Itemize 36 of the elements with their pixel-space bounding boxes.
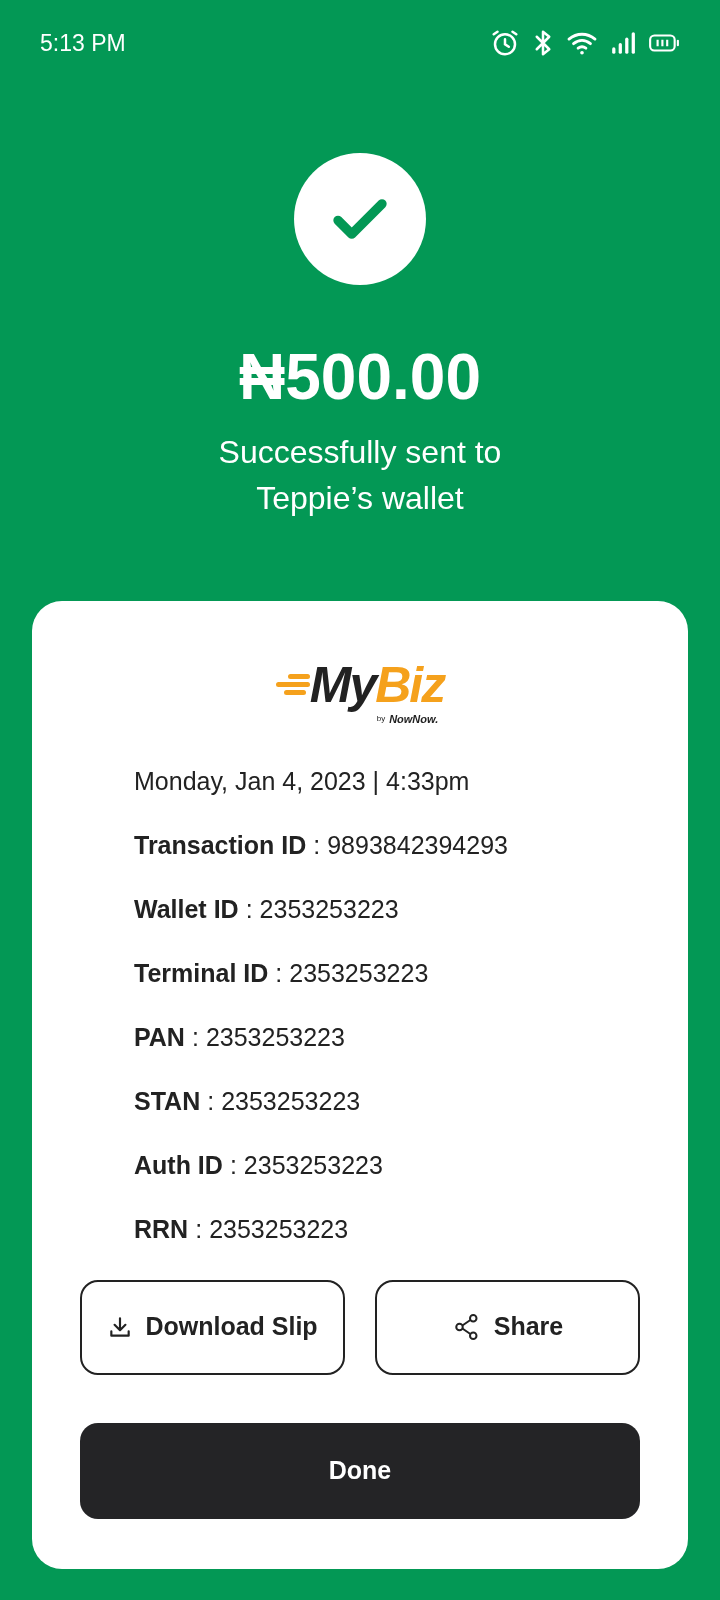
logo-byline: by [376, 713, 386, 726]
colon: : [207, 1085, 215, 1117]
battery-icon [648, 31, 680, 55]
detail-label: STAN [134, 1085, 201, 1117]
colon: : [313, 829, 321, 861]
success-message: Successfully sent to [218, 433, 502, 472]
transaction-date: Monday, Jan 4, 2023 | 4:33pm [134, 765, 471, 797]
detail-value: 9893842394293 [327, 829, 508, 861]
done-button[interactable]: Done [80, 1422, 640, 1519]
detail-value: 2353253223 [259, 893, 399, 925]
success-message: Teppie’s wallet [256, 479, 464, 518]
detail-label: PAN [134, 1021, 185, 1053]
speed-lines-icon [275, 672, 310, 698]
download-button[interactable]: Download Slip [80, 1279, 345, 1375]
detail-label: RRN [134, 1213, 189, 1245]
detail-value: 2353253223 [221, 1085, 361, 1117]
detail-value: 2353253223 [289, 957, 429, 989]
wifi-icon [566, 30, 598, 56]
detail-value: 2353253223 [205, 1021, 345, 1053]
colon: : [245, 893, 253, 925]
detail-label: Transaction ID [134, 829, 307, 861]
alarm-icon [490, 28, 520, 58]
colon: : [191, 1021, 199, 1053]
signal-icon [610, 30, 636, 56]
colon: : [275, 957, 283, 989]
colon: : [195, 1213, 203, 1245]
share-button[interactable]: Share [375, 1279, 640, 1375]
status-time: 5:13 PM [40, 28, 126, 58]
detail-label: Auth ID [134, 1149, 223, 1181]
detail-value: 2353253223 [209, 1213, 349, 1245]
amount: ₦500.00 [239, 340, 481, 415]
colon: : [229, 1149, 237, 1181]
detail-label: Terminal ID [134, 957, 269, 989]
detail-label: Wallet ID [134, 893, 239, 925]
detail-value: 2353253223 [243, 1149, 383, 1181]
logo-brand: NowNow. [389, 712, 439, 727]
